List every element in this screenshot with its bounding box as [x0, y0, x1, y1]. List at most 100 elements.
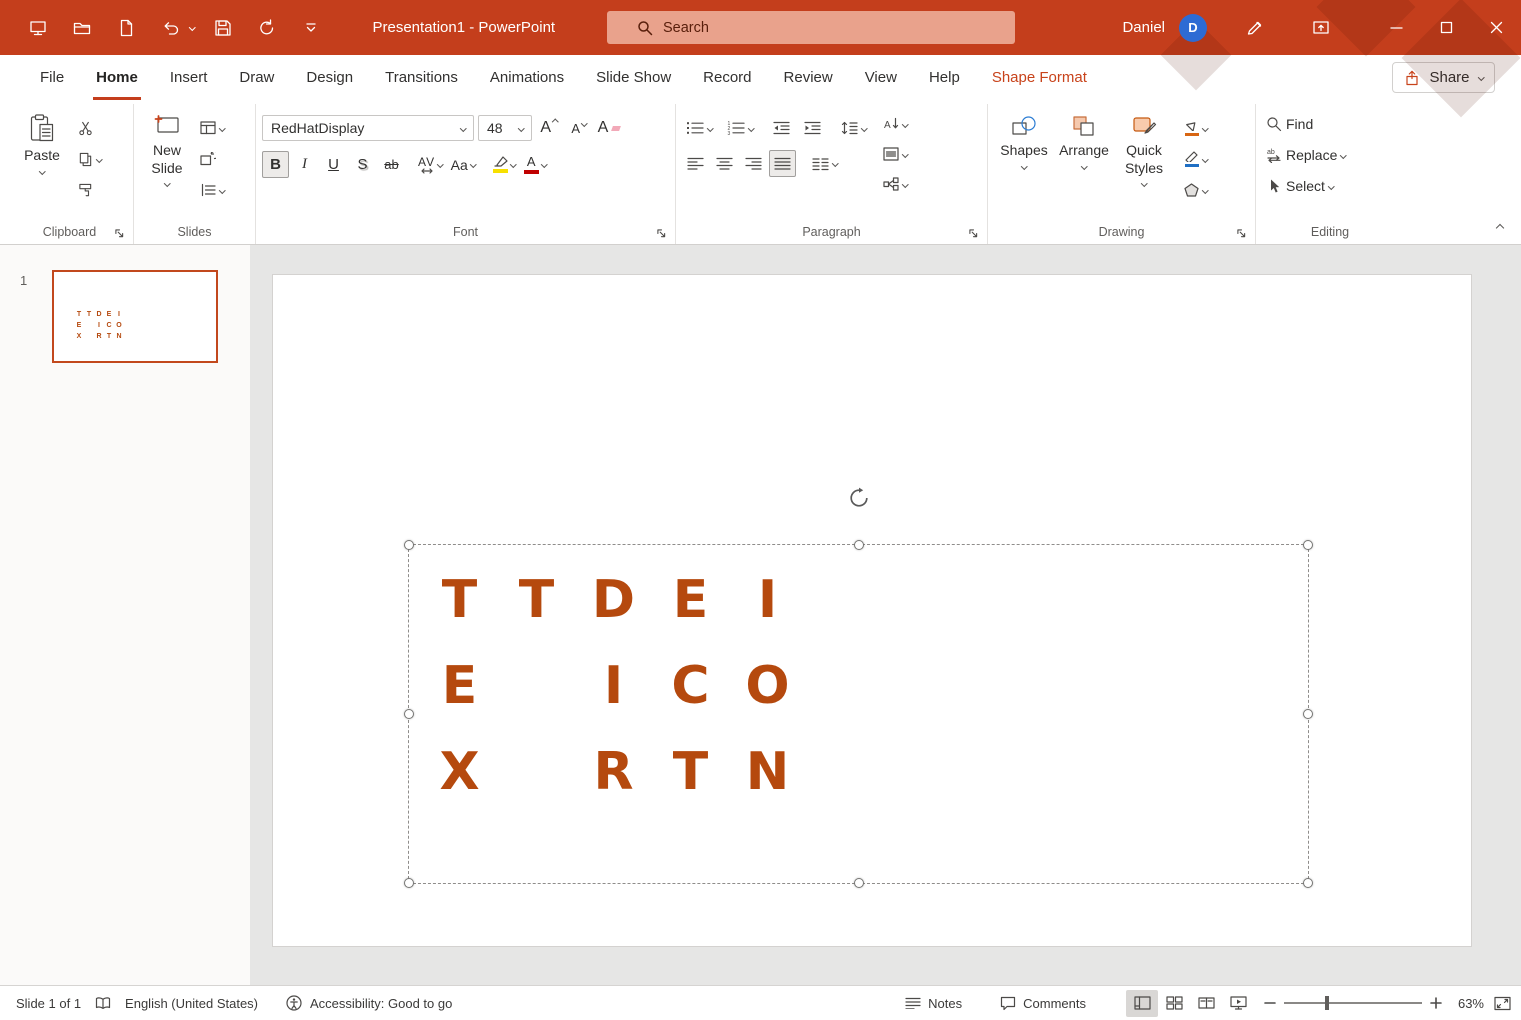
ribbon-display-options-button[interactable] — [1305, 11, 1337, 45]
shape-effects-button[interactable] — [1180, 178, 1212, 202]
font-color-button[interactable]: A — [521, 151, 550, 178]
increase-indent-button[interactable] — [800, 116, 825, 140]
align-text-button[interactable] — [879, 142, 912, 166]
comments-button[interactable]: Comments — [994, 996, 1092, 1011]
redo-button[interactable] — [251, 11, 283, 45]
customize-qat-button[interactable] — [295, 11, 327, 45]
reset-slide-button[interactable] — [196, 147, 229, 171]
collapse-ribbon-button[interactable] — [1495, 218, 1505, 234]
fit-slide-to-window-button[interactable] — [1494, 996, 1511, 1011]
arrange-button[interactable]: Arrange — [1054, 104, 1114, 219]
change-case-button[interactable]: Aa — [448, 151, 479, 178]
cut-button[interactable] — [74, 116, 106, 140]
tab-record[interactable]: Record — [687, 55, 767, 100]
reading-view-button[interactable] — [1190, 990, 1222, 1017]
bullets-button[interactable] — [682, 116, 717, 140]
normal-view-button[interactable] — [1126, 989, 1158, 1017]
find-button[interactable]: Find — [1262, 112, 1398, 136]
text-direction-button[interactable]: A — [879, 112, 912, 136]
tab-review[interactable]: Review — [768, 55, 849, 100]
quick-styles-button[interactable]: Quick Styles — [1114, 104, 1174, 219]
tab-draw[interactable]: Draw — [223, 55, 290, 100]
columns-button[interactable] — [808, 152, 842, 176]
tab-transitions[interactable]: Transitions — [369, 55, 474, 100]
text-shadow-button[interactable]: S — [349, 151, 376, 178]
slide-sorter-view-button[interactable] — [1158, 990, 1190, 1017]
select-button[interactable]: Select — [1262, 174, 1398, 198]
zoom-in-button[interactable] — [1430, 997, 1442, 1009]
user-name[interactable]: Daniel — [1122, 19, 1165, 36]
share-button[interactable]: Share — [1392, 62, 1495, 93]
paste-button[interactable]: Paste — [12, 104, 72, 219]
drawing-dialog-launcher[interactable] — [1237, 229, 1246, 238]
new-file-button[interactable] — [110, 11, 142, 45]
tab-shape-format[interactable]: Shape Format — [976, 55, 1103, 100]
align-left-button[interactable] — [682, 150, 709, 177]
decrease-indent-button[interactable] — [769, 116, 794, 140]
format-painter-button[interactable] — [74, 178, 106, 202]
avatar[interactable]: D — [1179, 13, 1207, 42]
replace-button[interactable]: ab Replace — [1262, 143, 1398, 167]
tab-design[interactable]: Design — [290, 55, 369, 100]
zoom-slider-thumb[interactable] — [1325, 996, 1330, 1010]
line-spacing-button[interactable] — [837, 116, 871, 140]
rotate-handle[interactable] — [848, 487, 870, 512]
tab-animations[interactable]: Animations — [474, 55, 580, 100]
paragraph-dialog-launcher[interactable] — [969, 229, 978, 238]
textbox-selection[interactable]: TTDEIEICOXRTN — [404, 487, 1313, 888]
tab-home[interactable]: Home — [80, 55, 154, 100]
resize-handle-e[interactable] — [1303, 709, 1313, 719]
text-highlight-color-button[interactable] — [490, 151, 519, 178]
save-button[interactable] — [207, 11, 239, 45]
spell-check-button[interactable] — [95, 996, 111, 1011]
clipboard-dialog-launcher[interactable] — [115, 229, 124, 238]
resize-handle-se[interactable] — [1303, 878, 1313, 888]
character-spacing-button[interactable]: AV — [415, 151, 446, 178]
language-indicator[interactable]: English (United States) — [125, 996, 258, 1011]
notes-button[interactable]: Notes — [899, 996, 968, 1011]
shape-outline-button[interactable] — [1180, 147, 1212, 171]
tab-slide-show[interactable]: Slide Show — [580, 55, 687, 100]
minimize-button[interactable] — [1371, 0, 1421, 55]
align-right-button[interactable] — [740, 150, 767, 177]
increase-font-size-button[interactable]: A — [536, 115, 562, 141]
decrease-font-size-button[interactable]: A — [566, 115, 592, 141]
slide-canvas[interactable]: TTDEIEICOXRTN — [250, 245, 1521, 985]
clear-formatting-button[interactable]: A — [596, 115, 622, 141]
zoom-slider[interactable] — [1284, 995, 1422, 1011]
tab-help[interactable]: Help — [913, 55, 976, 100]
underline-button[interactable]: U — [320, 151, 347, 178]
zoom-out-button[interactable] — [1264, 997, 1276, 1009]
textbox-letters[interactable]: TTDEIEICOXRTN — [421, 557, 806, 815]
bold-button[interactable]: B — [262, 151, 289, 178]
close-button[interactable] — [1471, 0, 1521, 55]
slide-thumbnail[interactable]: TTDEIEICOXRTN — [52, 270, 218, 363]
resize-handle-s[interactable] — [853, 878, 864, 888]
maximize-button[interactable] — [1421, 0, 1471, 55]
resize-handle-ne[interactable] — [1303, 540, 1313, 550]
inking-button[interactable] — [1239, 11, 1271, 45]
slideshow-view-button[interactable] — [1222, 990, 1254, 1017]
align-center-button[interactable] — [711, 150, 738, 177]
resize-handle-n[interactable] — [853, 540, 864, 550]
convert-to-smartart-button[interactable] — [879, 172, 912, 196]
copy-button[interactable] — [74, 147, 106, 171]
resize-handle-sw[interactable] — [404, 878, 414, 888]
slide[interactable]: TTDEIEICOXRTN — [272, 274, 1472, 947]
open-file-button[interactable] — [66, 11, 98, 45]
shape-fill-button[interactable] — [1180, 116, 1212, 140]
font-dialog-launcher[interactable] — [657, 229, 666, 238]
new-slide-button[interactable]: New Slide — [140, 104, 194, 219]
shapes-button[interactable]: Shapes — [994, 104, 1054, 219]
start-slideshow-button[interactable] — [22, 11, 54, 45]
numbering-button[interactable]: 123 — [723, 116, 758, 140]
zoom-level[interactable]: 63% — [1442, 996, 1484, 1011]
font-name-combobox[interactable]: RedHatDisplay — [262, 115, 474, 141]
undo-button[interactable] — [154, 11, 186, 45]
tab-view[interactable]: View — [849, 55, 913, 100]
justify-button[interactable] — [769, 150, 796, 177]
slide-layout-button[interactable] — [196, 116, 229, 140]
accessibility-status[interactable]: Accessibility: Good to go — [310, 996, 452, 1011]
italic-button[interactable]: I — [291, 151, 318, 178]
font-size-combobox[interactable]: 48 — [478, 115, 532, 141]
